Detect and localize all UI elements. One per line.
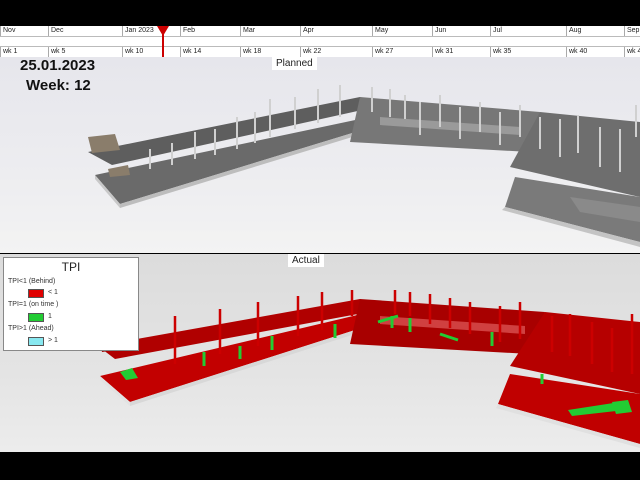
legend-value-behind: < 1 <box>48 289 58 296</box>
top-black-bar <box>0 0 640 26</box>
bottom-black-bar <box>0 452 640 480</box>
current-date-text: 25.01.2023 <box>20 57 96 74</box>
planned-stair <box>88 134 120 153</box>
planned-3d-viewport[interactable]: 25.01.2023 Week: 12 Planned <box>0 57 640 253</box>
legend-swatch-behind <box>28 289 44 298</box>
actual-3d-viewport[interactable]: Actual TPI TPI<1 (Behind) < 1 TPI=1 (on … <box>0 254 640 452</box>
month-label: Nov <box>0 26 48 36</box>
legend-swatch-on-time <box>28 313 44 322</box>
legend-value-ahead: > 1 <box>48 337 58 344</box>
month-label: Feb <box>180 26 240 36</box>
tpi-legend: TPI TPI<1 (Behind) < 1 TPI=1 (on time ) … <box>3 257 139 351</box>
month-label: Jan 2023 <box>122 26 180 36</box>
month-label: Aug <box>566 26 624 36</box>
month-label: Jul <box>490 26 566 36</box>
legend-swatch-ahead <box>28 337 44 346</box>
schedule-timeline[interactable]: Nov Dec Jan 2023 Feb Mar Apr May Jun Jul… <box>0 26 640 58</box>
legend-category-on-time: TPI=1 (on time ) <box>8 301 59 308</box>
month-label: Dec <box>48 26 122 36</box>
actual-view-label: Actual <box>288 254 324 267</box>
month-label: Apr <box>300 26 372 36</box>
legend-title: TPI <box>61 260 81 274</box>
month-label: Mar <box>240 26 300 36</box>
current-date-marker-icon[interactable] <box>157 26 169 36</box>
timeline-month-row: Nov Dec Jan 2023 Feb Mar Apr May Jun Jul… <box>0 26 640 36</box>
month-label: Jun <box>432 26 490 36</box>
legend-value-on-time: 1 <box>48 313 52 320</box>
planned-view-label: Planned <box>272 57 317 70</box>
legend-category-ahead: TPI>1 (Ahead) <box>8 325 54 332</box>
month-label: Sep <box>624 26 640 36</box>
planned-model <box>88 85 640 247</box>
legend-category-behind: TPI<1 (Behind) <box>8 278 56 285</box>
month-label: May <box>372 26 432 36</box>
current-week-text: Week: 12 <box>26 77 91 94</box>
planned-stair <box>108 165 130 177</box>
